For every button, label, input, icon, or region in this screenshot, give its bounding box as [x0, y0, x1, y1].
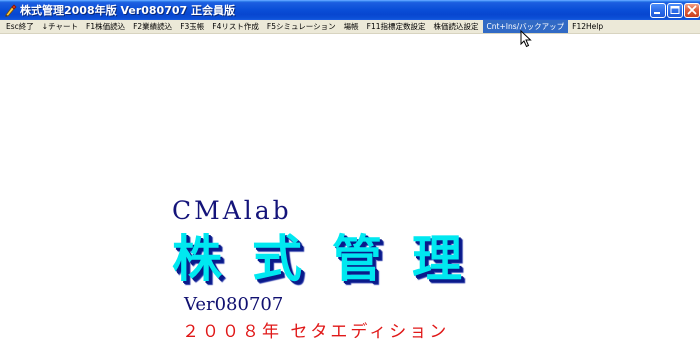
version-label: Ver080707	[184, 294, 284, 315]
menu-item-f12-help[interactable]: F12Help	[568, 20, 607, 33]
menu-item-market-book[interactable]: 場帳	[340, 20, 363, 33]
menu-item-price-load-settings[interactable]: 株価読込設定	[430, 20, 483, 33]
menu-item-chart[interactable]: ↓チャート	[38, 20, 82, 33]
title-bar[interactable]: 株式管理2008年版 Ver080707 正会員版	[0, 0, 700, 20]
close-icon	[687, 5, 697, 15]
menu-item-f3-position-book[interactable]: F3玉帳	[176, 20, 208, 33]
arrow-cursor-icon	[520, 30, 532, 48]
menu-item-f5-simulation[interactable]: F5シミュレーション	[263, 20, 340, 33]
menu-item-f2-load-earnings[interactable]: F2業績読込	[129, 20, 176, 33]
brand-name: CMAlab	[172, 196, 292, 225]
menu-item-f11-indicator-settings[interactable]: F11指標定数設定	[363, 20, 430, 33]
application-window: 株式管理2008年版 Ver080707 正会員版 Esc終了 ↓チャート F1…	[0, 0, 700, 349]
menu-item-f4-create-list[interactable]: F4リスト作成	[208, 20, 263, 33]
minimize-icon	[654, 12, 660, 14]
product-title: 株式管理	[172, 229, 492, 288]
minimize-button[interactable]	[650, 3, 666, 18]
menu-item-esc-exit[interactable]: Esc終了	[2, 20, 38, 33]
close-button[interactable]	[684, 3, 700, 18]
maximize-icon	[670, 6, 680, 14]
menu-item-f1-load-prices[interactable]: F1株価読込	[82, 20, 129, 33]
app-icon[interactable]	[3, 3, 18, 18]
window-title: 株式管理2008年版 Ver080707 正会員版	[20, 4, 235, 17]
menu-bar: Esc終了 ↓チャート F1株価読込 F2業績読込 F3玉帳 F4リスト作成 F…	[0, 20, 700, 34]
edition-label: ２００８年 セタエディション	[182, 322, 450, 342]
maximize-button[interactable]	[667, 3, 683, 18]
